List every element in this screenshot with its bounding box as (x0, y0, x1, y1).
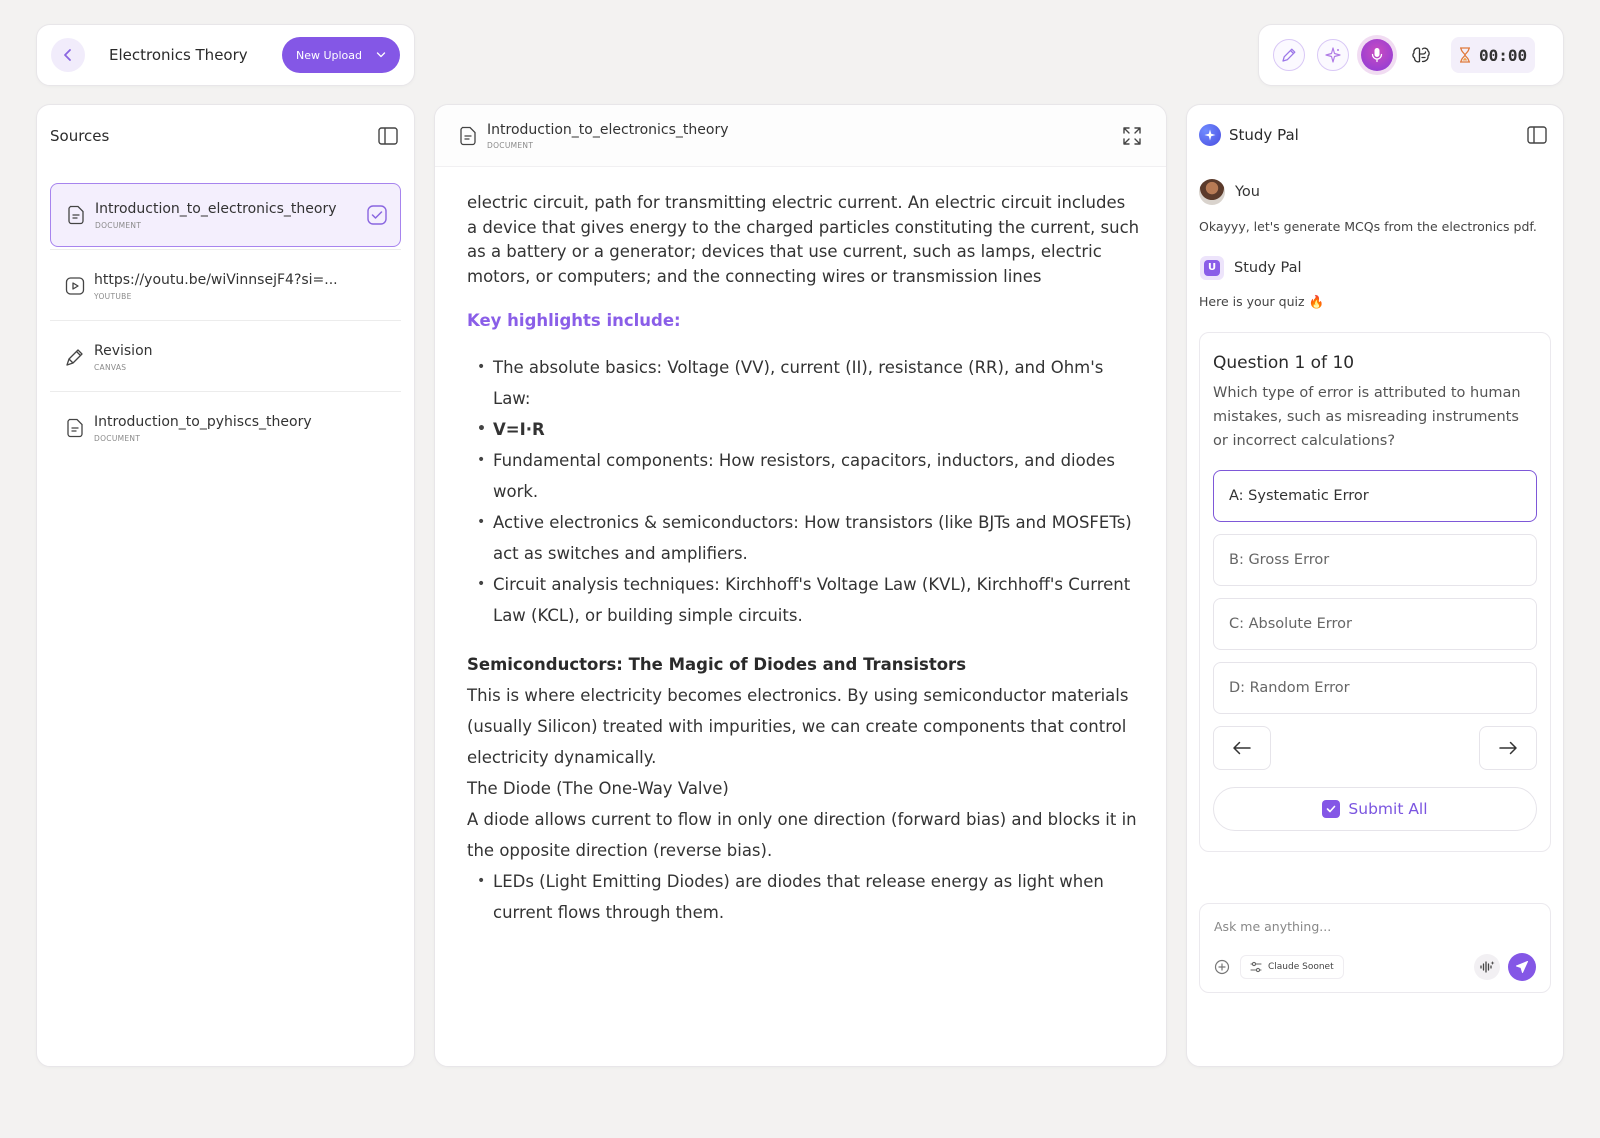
collapse-sources-button[interactable] (376, 124, 400, 148)
study-pal-title: Study Pal (1229, 126, 1299, 144)
document-icon (67, 418, 83, 438)
document-icon (68, 205, 84, 225)
hourglass-icon (1460, 47, 1470, 63)
quiz-option-d[interactable]: D: Random Error (1213, 662, 1537, 714)
user-name: You (1235, 184, 1260, 200)
ai-sparkle-button[interactable] (1317, 39, 1349, 71)
section-title: Semiconductors: The Magic of Diodes and … (467, 654, 967, 674)
send-icon (1516, 961, 1528, 973)
chevron-down-icon (376, 52, 386, 58)
source-name: https://youtu.be/wiVinnsejF4?si=... (94, 271, 338, 288)
document-icon (460, 126, 476, 145)
back-button[interactable] (51, 38, 85, 72)
model-name: Claude Soonet (1268, 962, 1334, 972)
chat-thread: You Okayyy, let's generate MCQs from the… (1187, 165, 1563, 852)
bot-avatar: U (1200, 256, 1224, 280)
header-bar: Electronics Theory New Upload (36, 24, 415, 86)
quiz-card: Question 1 of 10 Which type of error is … (1199, 332, 1551, 852)
source-item[interactable]: https://youtu.be/wiVinnsejF4?si=... YOUT… (50, 249, 401, 318)
source-item[interactable]: Revision CANVAS (50, 320, 401, 389)
list-item: Fundamental components: How resistors, c… (467, 445, 1140, 507)
user-message: Okayyy, let's generate MCQs from the ele… (1199, 219, 1537, 234)
sidebar-toggle-icon (378, 127, 398, 145)
send-button[interactable] (1508, 953, 1536, 981)
microphone-button[interactable] (1361, 39, 1393, 71)
source-list: Introduction_to_electronics_theory DOCUM… (37, 167, 414, 460)
submit-all-label: Submit All (1348, 800, 1428, 818)
arrow-right-icon (1499, 741, 1517, 755)
quiz-option-c[interactable]: C: Absolute Error (1213, 598, 1537, 650)
source-type: CANVAS (94, 362, 127, 372)
voice-input-button[interactable] (1474, 954, 1500, 980)
add-attachment-button[interactable] (1214, 959, 1230, 975)
quiz-option-b[interactable]: B: Gross Error (1213, 534, 1537, 586)
submit-all-button[interactable]: Submit All (1213, 787, 1537, 831)
toolbar: 00:00 (1258, 24, 1564, 86)
quiz-question: Which type of error is attributed to hum… (1213, 385, 1521, 449)
highlights-list: The absolute basics: Voltage (VV), curre… (467, 352, 1140, 631)
source-name: Revision (94, 342, 153, 359)
chat-composer: Claude Soonet (1199, 903, 1551, 993)
section-subheading: The Diode (The One-Way Valve) (467, 778, 729, 798)
document-panel: Introduction_to_electronics_theory DOCUM… (434, 104, 1167, 1067)
source-type: DOCUMENT (94, 433, 141, 443)
new-upload-label: New Upload (295, 48, 363, 62)
timer-value: 00:00 (1479, 45, 1528, 65)
microphone-icon (1371, 48, 1383, 63)
check-icon (367, 205, 387, 225)
source-type: YOUTUBE (94, 291, 132, 301)
list-item: LEDs (Light Emitting Diodes) are diodes … (467, 866, 1140, 928)
new-upload-button[interactable]: New Upload (282, 37, 400, 73)
document-intro: electric circuit, path for transmitting … (467, 193, 1140, 286)
brain-icon (1412, 47, 1430, 63)
arrow-left-icon (1233, 741, 1251, 755)
chevron-left-icon (64, 49, 71, 61)
pen-icon (1282, 48, 1296, 62)
sparkle-logo-icon (1199, 124, 1221, 146)
sources-panel: Sources Introduction_to_electronics_theo… (36, 104, 415, 1067)
brain-button[interactable] (1405, 39, 1437, 71)
bot-message: Here is your quiz 🔥 (1199, 294, 1325, 309)
section-paragraph: A diode allows current to flow in only o… (467, 809, 1137, 860)
list-item: V=I·R (467, 414, 1140, 445)
checkbox-icon (1322, 800, 1341, 818)
pen-icon (66, 349, 83, 366)
section-paragraph: This is where electricity becomes electr… (467, 685, 1129, 767)
sources-title: Sources (50, 127, 110, 145)
sliders-icon (1250, 961, 1262, 973)
source-item[interactable]: Introduction_to_electronics_theory DOCUM… (50, 183, 401, 247)
source-item[interactable]: Introduction_to_pyhiscs_theory DOCUMENT (50, 391, 401, 460)
avatar (1199, 179, 1225, 205)
sidebar-toggle-icon (1527, 126, 1547, 144)
youtube-icon (65, 277, 85, 295)
bot-name: Study Pal (1234, 260, 1302, 276)
list-item: Active electronics & semiconductors: How… (467, 507, 1140, 569)
plus-circle-icon (1214, 959, 1230, 975)
section-list: LEDs (Light Emitting Diodes) are diodes … (467, 866, 1140, 928)
study-pal-panel: Study Pal You Okayyy, let's generate MCQ… (1186, 104, 1564, 1067)
quiz-title: Question 1 of 10 (1213, 353, 1355, 373)
previous-question-button[interactable] (1213, 726, 1271, 770)
source-name: Introduction_to_pyhiscs_theory (94, 413, 312, 430)
source-type: DOCUMENT (95, 220, 142, 230)
document-body: electric circuit, path for transmitting … (435, 167, 1166, 928)
expand-button[interactable] (1120, 124, 1144, 148)
source-name: Introduction_to_electronics_theory (95, 200, 337, 217)
document-name: Introduction_to_electronics_theory (487, 121, 729, 138)
expand-icon (1123, 126, 1141, 145)
page-title: Electronics Theory (109, 46, 248, 64)
model-selector[interactable]: Claude Soonet (1240, 955, 1344, 979)
highlights-title: Key highlights include: (467, 311, 681, 330)
timer[interactable]: 00:00 (1451, 37, 1536, 73)
list-item: The absolute basics: Voltage (VV), curre… (467, 352, 1140, 414)
next-question-button[interactable] (1479, 726, 1537, 770)
collapse-study-pal-button[interactable] (1525, 123, 1549, 147)
quiz-option-a[interactable]: A: Systematic Error (1213, 470, 1537, 522)
pen-tool-button[interactable] (1273, 39, 1305, 71)
document-type: DOCUMENT (487, 140, 534, 150)
sparkle-icon (1325, 47, 1341, 63)
list-item: Circuit analysis techniques: Kirchhoff's… (467, 569, 1140, 631)
waveform-icon (1480, 961, 1495, 973)
chat-input[interactable] (1214, 919, 1536, 934)
